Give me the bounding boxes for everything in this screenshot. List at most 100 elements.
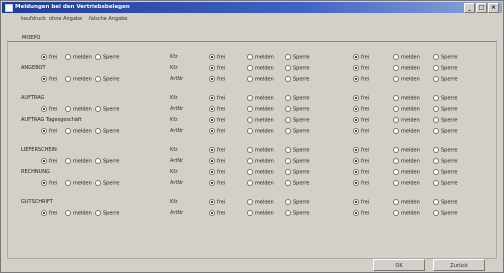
radio-circle-icon[interactable] xyxy=(433,76,439,82)
radio-circle-icon[interactable] xyxy=(65,76,71,82)
tab-ohne-angabe[interactable]: ohne Angabe xyxy=(49,16,82,22)
radio-circle-icon[interactable] xyxy=(209,210,215,216)
radio-circle-icon[interactable] xyxy=(209,169,215,175)
radio-circle-icon[interactable] xyxy=(247,76,253,82)
radio-circle-icon[interactable] xyxy=(285,76,291,82)
radio-option-frei[interactable]: frei xyxy=(209,128,225,135)
radio-option-frei[interactable]: frei xyxy=(209,180,225,187)
radio-option-Sperre[interactable]: Sperre xyxy=(285,158,309,165)
left-radio-frei[interactable]: frei xyxy=(41,210,57,217)
radio-circle-icon[interactable] xyxy=(65,54,71,60)
radio-option-frei[interactable]: frei xyxy=(353,180,369,187)
radio-circle-icon[interactable] xyxy=(393,54,399,60)
radio-circle-icon[interactable] xyxy=(353,106,359,112)
radio-option-frei[interactable]: frei xyxy=(353,199,369,206)
radio-option-frei[interactable]: frei xyxy=(353,76,369,83)
radio-option-Sperre[interactable]: Sperre xyxy=(285,169,309,176)
radio-circle-icon[interactable] xyxy=(393,76,399,82)
radio-circle-icon[interactable] xyxy=(393,106,399,112)
radio-option-Sperre[interactable]: Sperre xyxy=(285,199,309,206)
left-radio-Sperre[interactable]: Sperre xyxy=(95,210,119,217)
radio-circle-icon[interactable] xyxy=(433,128,439,134)
radio-circle-icon[interactable] xyxy=(41,54,47,60)
radio-circle-icon[interactable] xyxy=(209,158,215,164)
left-radio-Sperre[interactable]: Sperre xyxy=(95,106,119,113)
radio-circle-icon[interactable] xyxy=(353,128,359,134)
radio-option-Sperre[interactable]: Sperre xyxy=(285,54,309,61)
left-radio-Sperre[interactable]: Sperre xyxy=(95,128,119,135)
left-radio-frei[interactable]: frei xyxy=(41,180,57,187)
radio-circle-icon[interactable] xyxy=(353,65,359,71)
radio-circle-icon[interactable] xyxy=(393,210,399,216)
left-radio-Sperre[interactable]: Sperre xyxy=(95,76,119,83)
radio-circle-icon[interactable] xyxy=(247,169,253,175)
radio-circle-icon[interactable] xyxy=(95,210,101,216)
radio-option-melden[interactable]: melden xyxy=(393,169,420,176)
radio-option-Sperre[interactable]: Sperre xyxy=(285,76,309,83)
left-radio-melden[interactable]: melden xyxy=(65,76,92,83)
radio-circle-icon[interactable] xyxy=(209,54,215,60)
left-radio-melden[interactable]: melden xyxy=(65,210,92,217)
radio-option-melden[interactable]: melden xyxy=(247,95,274,102)
left-radio-frei[interactable]: frei xyxy=(41,128,57,135)
radio-circle-icon[interactable] xyxy=(65,210,71,216)
left-radio-melden[interactable]: melden xyxy=(65,158,92,165)
radio-circle-icon[interactable] xyxy=(247,117,253,123)
radio-circle-icon[interactable] xyxy=(247,147,253,153)
radio-circle-icon[interactable] xyxy=(65,128,71,134)
radio-option-melden[interactable]: melden xyxy=(247,158,274,165)
radio-option-melden[interactable]: melden xyxy=(393,65,420,72)
radio-option-melden[interactable]: melden xyxy=(393,76,420,83)
radio-circle-icon[interactable] xyxy=(209,65,215,71)
radio-circle-icon[interactable] xyxy=(285,199,291,205)
tab-falsche-angabe[interactable]: falsche Angabe xyxy=(89,16,127,22)
radio-option-Sperre[interactable]: Sperre xyxy=(433,158,457,165)
radio-option-Sperre[interactable]: Sperre xyxy=(433,117,457,124)
radio-option-melden[interactable]: melden xyxy=(393,210,420,217)
radio-circle-icon[interactable] xyxy=(247,95,253,101)
left-radio-Sperre[interactable]: Sperre xyxy=(95,54,119,61)
radio-option-melden[interactable]: melden xyxy=(393,117,420,124)
radio-circle-icon[interactable] xyxy=(433,199,439,205)
radio-circle-icon[interactable] xyxy=(433,158,439,164)
radio-option-Sperre[interactable]: Sperre xyxy=(285,210,309,217)
left-radio-melden[interactable]: melden xyxy=(65,180,92,187)
radio-option-melden[interactable]: melden xyxy=(393,158,420,165)
radio-option-melden[interactable]: melden xyxy=(393,180,420,187)
radio-option-melden[interactable]: melden xyxy=(247,76,274,83)
radio-circle-icon[interactable] xyxy=(41,128,47,134)
radio-option-Sperre[interactable]: Sperre xyxy=(285,106,309,113)
radio-circle-icon[interactable] xyxy=(285,117,291,123)
radio-circle-icon[interactable] xyxy=(393,199,399,205)
left-radio-frei[interactable]: frei xyxy=(41,54,57,61)
radio-option-melden[interactable]: melden xyxy=(247,210,274,217)
left-radio-Sperre[interactable]: Sperre xyxy=(95,158,119,165)
radio-circle-icon[interactable] xyxy=(247,54,253,60)
radio-option-Sperre[interactable]: Sperre xyxy=(285,65,309,72)
radio-option-Sperre[interactable]: Sperre xyxy=(433,147,457,154)
radio-circle-icon[interactable] xyxy=(95,106,101,112)
radio-option-frei[interactable]: frei xyxy=(353,95,369,102)
radio-option-Sperre[interactable]: Sperre xyxy=(285,95,309,102)
radio-circle-icon[interactable] xyxy=(353,117,359,123)
radio-circle-icon[interactable] xyxy=(209,199,215,205)
left-radio-Sperre[interactable]: Sperre xyxy=(95,180,119,187)
radio-option-frei[interactable]: frei xyxy=(209,158,225,165)
minimize-button[interactable]: _ xyxy=(464,3,475,13)
radio-option-melden[interactable]: melden xyxy=(247,54,274,61)
radio-circle-icon[interactable] xyxy=(353,147,359,153)
radio-option-Sperre[interactable]: Sperre xyxy=(433,65,457,72)
radio-circle-icon[interactable] xyxy=(41,106,47,112)
radio-circle-icon[interactable] xyxy=(353,210,359,216)
left-radio-melden[interactable]: melden xyxy=(65,128,92,135)
radio-circle-icon[interactable] xyxy=(209,76,215,82)
radio-circle-icon[interactable] xyxy=(209,180,215,186)
radio-option-melden[interactable]: melden xyxy=(247,180,274,187)
radio-circle-icon[interactable] xyxy=(65,106,71,112)
radio-circle-icon[interactable] xyxy=(433,180,439,186)
radio-circle-icon[interactable] xyxy=(95,158,101,164)
close-button[interactable]: × xyxy=(488,3,499,13)
radio-circle-icon[interactable] xyxy=(433,210,439,216)
radio-circle-icon[interactable] xyxy=(433,147,439,153)
radio-circle-icon[interactable] xyxy=(247,158,253,164)
